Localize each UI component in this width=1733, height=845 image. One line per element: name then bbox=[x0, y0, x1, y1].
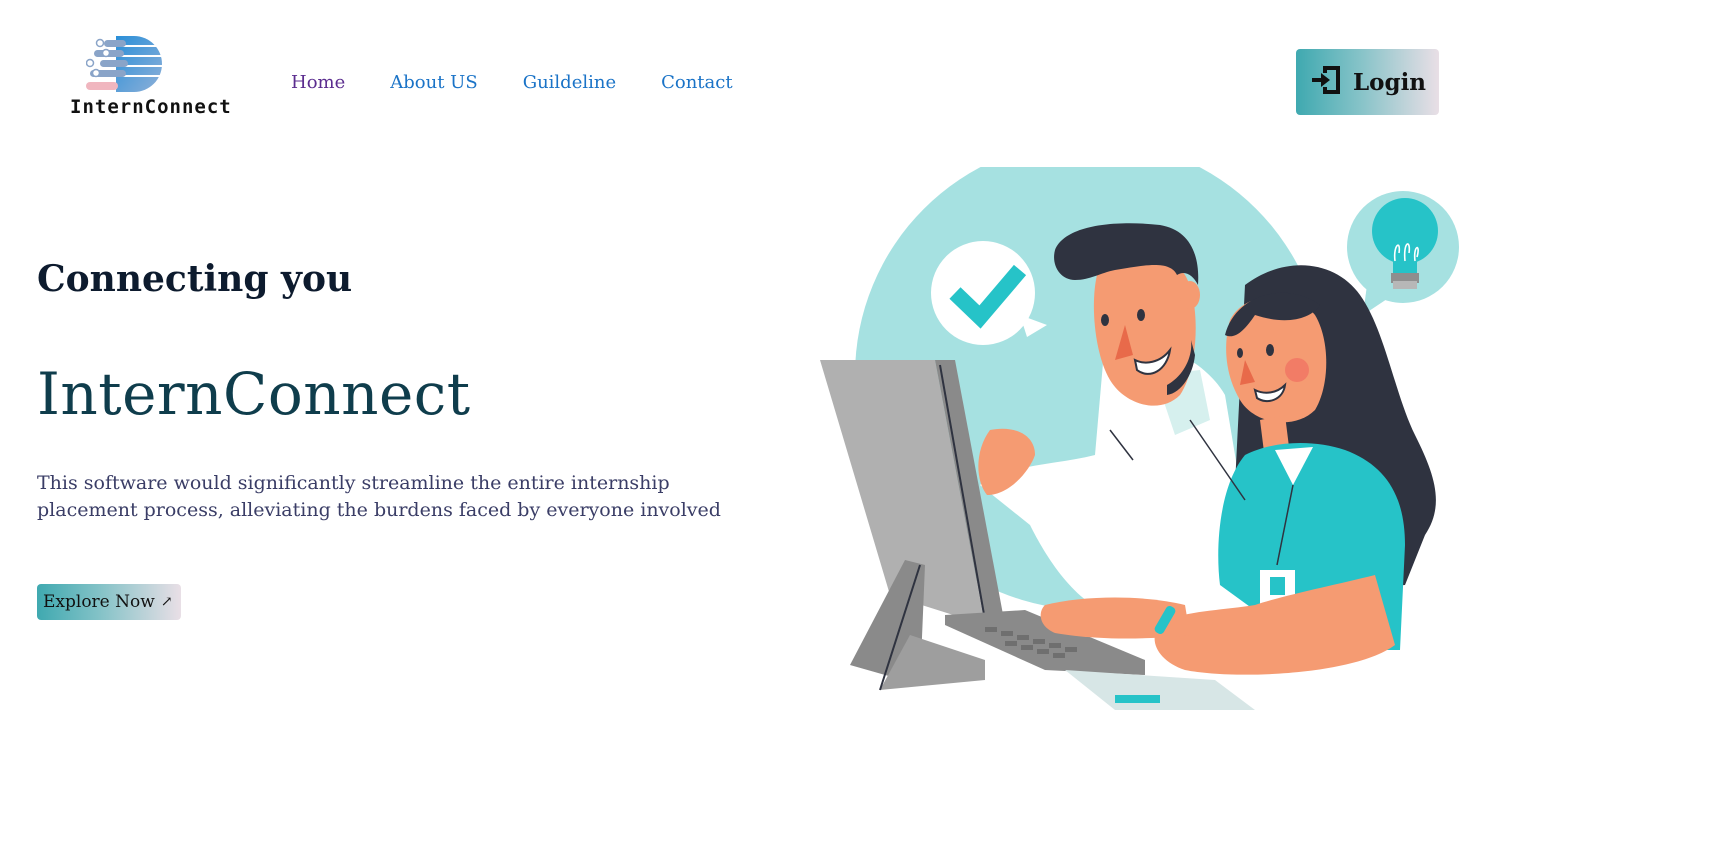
login-door-icon bbox=[1309, 63, 1343, 101]
hero-description: This software would significantly stream… bbox=[37, 472, 721, 521]
hero-illustration bbox=[820, 167, 1459, 710]
main-nav: Home About US Guildeline Contact bbox=[291, 72, 778, 93]
hero-tagline: Connecting you bbox=[37, 258, 353, 300]
lightbulb-bubble-icon bbox=[1347, 191, 1459, 315]
logo-text: InternConnect bbox=[70, 96, 232, 118]
arrow-up-right-icon: ↗ bbox=[160, 594, 173, 610]
paper bbox=[1065, 670, 1255, 710]
explore-now-button[interactable]: Explore Now ↗ bbox=[37, 584, 181, 620]
nav-contact[interactable]: Contact bbox=[661, 72, 732, 93]
logo[interactable]: InternConnect bbox=[62, 34, 231, 118]
hero-brand: InternConnect bbox=[37, 360, 471, 428]
login-button[interactable]: Login bbox=[1296, 49, 1439, 115]
login-label: Login bbox=[1352, 68, 1427, 96]
nav-about-us[interactable]: About US bbox=[390, 72, 477, 93]
explore-now-label: Explore Now bbox=[43, 592, 155, 612]
logo-mark bbox=[86, 36, 166, 92]
nav-home[interactable]: Home bbox=[291, 72, 345, 93]
nav-guideline[interactable]: Guildeline bbox=[523, 72, 616, 93]
